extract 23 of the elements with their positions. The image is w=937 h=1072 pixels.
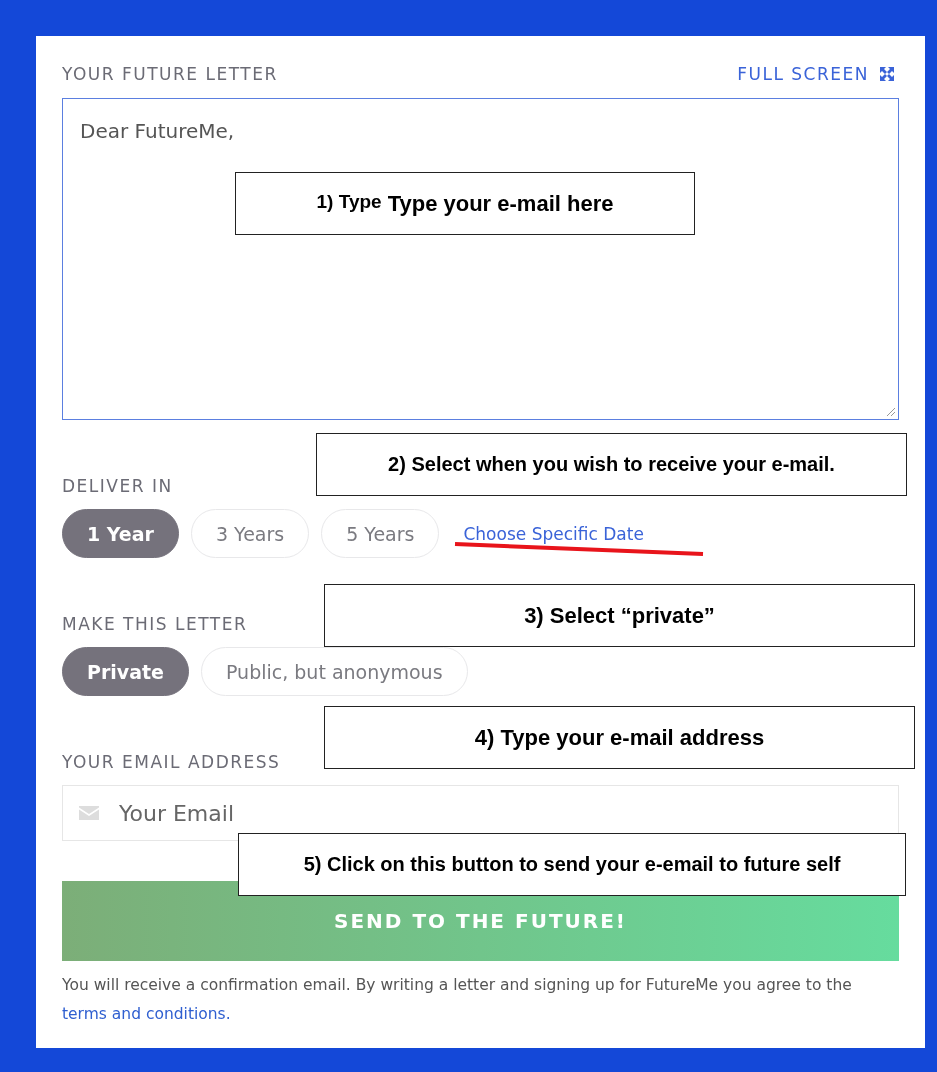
delivery-option[interactable]: 3 Years <box>190 509 310 558</box>
privacy-option[interactable]: Private <box>62 647 189 696</box>
annotation-text: 2) Select when you wish to receive your e-mail. <box>388 453 835 476</box>
annotation-text: 4) Type your e-mail address <box>474 724 765 751</box>
choose-date-link[interactable]: Choose Specific Date <box>463 523 644 544</box>
delivery-option[interactable]: 5 Years <box>321 509 440 558</box>
email-field[interactable]: Your Email <box>62 785 899 841</box>
annotation-text: 3) Select “private” <box>524 602 715 629</box>
terms-link[interactable]: terms and conditions. <box>62 1005 231 1023</box>
envelope-icon <box>79 806 99 820</box>
deliver-label: DELIVER IN <box>62 476 173 496</box>
email-label: YOUR EMAIL ADDRESS <box>62 752 281 772</box>
privacy-label: MAKE THIS LETTER <box>62 614 248 634</box>
full-screen-link[interactable]: FULL SCREEN <box>737 64 895 84</box>
annotation-step: 1) Type <box>316 190 382 213</box>
letter-heading: YOUR FUTURE LETTER <box>62 64 278 84</box>
annotation-text: 5) Click on this button to send your e-email to future self <box>303 853 841 876</box>
delivery-option[interactable]: 1 Year <box>62 509 179 558</box>
resize-grip-icon <box>884 405 896 417</box>
privacy-option[interactable]: Public, but anonymous <box>201 647 468 696</box>
expand-icon <box>879 66 895 82</box>
annotation-text: Type your e-mail here <box>387 190 614 217</box>
terms-notice: You will receive a confirmation email. By writing a letter and signing up for FutureMe you agree to the terms and conditions. <box>62 975 853 1025</box>
